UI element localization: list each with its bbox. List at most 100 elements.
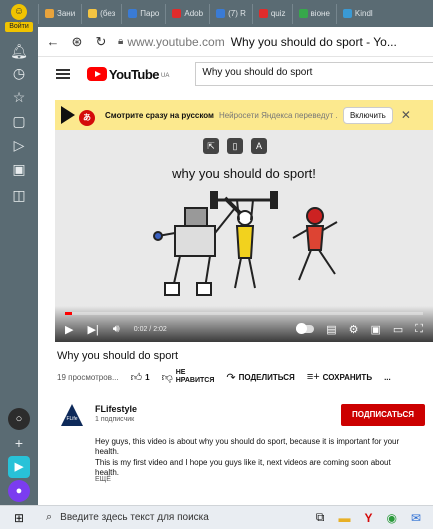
enable-translation-button[interactable]: Включить: [342, 106, 393, 124]
login-button[interactable]: ☺ Войти: [3, 4, 35, 34]
youtube-wordmark: YouTube: [108, 66, 160, 82]
tab-favicon-icon: [342, 9, 352, 18]
play-icon[interactable]: ▷: [8, 134, 30, 156]
share-icon: ↷: [226, 371, 236, 384]
translate-banner: あ Смотрите сразу на русском Нейросети Ян…: [55, 100, 433, 130]
messenger-icon[interactable]: ●: [8, 480, 30, 502]
zen-icon[interactable]: ▣: [8, 158, 30, 180]
share-button[interactable]: ↷ ПОДЕЛИТЬСЯ: [226, 371, 294, 384]
tab[interactable]: Зани: [38, 3, 81, 24]
thumbs-up-icon: 👍︎: [130, 371, 143, 384]
video-frame-title: why you should do sport!: [172, 166, 316, 181]
tab-favicon-icon: [128, 9, 138, 18]
video-meta: 19 просмотров... 👍︎ 1 👎︎ НЕ НРАВИТСЯ ↷ П…: [57, 366, 433, 388]
alice-icon[interactable]: ○: [8, 408, 30, 430]
fullscreen-icon[interactable]: ⛶: [415, 323, 423, 336]
more-actions-button[interactable]: ...: [384, 373, 391, 382]
bell-icon[interactable]: 🔔︎: [8, 40, 30, 62]
tab-favicon-icon: [88, 9, 98, 18]
tab-label: (без: [100, 9, 116, 18]
collections-icon[interactable]: ▢: [8, 110, 30, 132]
back-icon[interactable]: ←: [44, 34, 62, 49]
dislike-button[interactable]: 👎︎ НЕ НРАВИТСЯ: [162, 369, 215, 385]
tab[interactable]: Adob: [165, 3, 209, 24]
dislike-label: НЕ НРАВИТСЯ: [176, 369, 215, 385]
tab[interactable]: (7) R: [209, 3, 252, 24]
add-icon[interactable]: +: [8, 432, 30, 454]
dislike-line1: НЕ: [175, 369, 186, 376]
channel-avatar[interactable]: FLife: [61, 404, 83, 426]
mail-app-icon[interactable]: ✉: [411, 511, 421, 525]
video-player[interactable]: あ Смотрите сразу на русском Нейросети Ян…: [55, 100, 433, 342]
taskbar: ⊞ ⌕ Введите здесь текст для поиска ⧉ ▬ Y…: [0, 505, 433, 529]
tab-label: Зани: [57, 9, 76, 18]
subscribe-button[interactable]: ПОДПИСАТЬСЯ: [341, 404, 425, 426]
tab-label: Паро: [140, 9, 160, 18]
chrome-icon[interactable]: ◉: [386, 511, 396, 525]
tab-label: віоне: [310, 9, 330, 18]
search-input[interactable]: Why you should do sport: [195, 62, 433, 86]
progress-bar[interactable]: [65, 312, 423, 315]
save-label: СОХРАНИТЬ: [322, 372, 373, 382]
view-count[interactable]: 19 просмотров...: [57, 373, 119, 382]
tab-favicon-icon: [216, 9, 226, 18]
miniplayer-icon[interactable]: ▣: [370, 323, 380, 336]
windows-start-icon[interactable]: ⊞: [0, 511, 38, 525]
translate-banner-subtitle: Нейросети Яндекса переведут ...: [218, 110, 337, 120]
theater-icon[interactable]: ▭: [393, 323, 403, 336]
translate-icon[interactable]: A: [251, 138, 267, 154]
share-label: ПОДЕЛИТЬСЯ: [238, 372, 295, 382]
page-title[interactable]: Why you should do sport - Yo...: [231, 35, 397, 49]
player-controls: ▶ ▶| 🔊︎ 0:02 / 2:02 ▤ ⚙ ▣ ▭ ⛶: [55, 306, 433, 342]
url-host[interactable]: www.youtube.com: [127, 35, 224, 49]
description-line: Hey guys, this video is about why you sh…: [95, 437, 400, 456]
address-bar: ← ⊛ ↻ 🔒︎ www.youtube.com Why you should …: [38, 27, 433, 57]
tab-favicon-icon: [298, 9, 308, 18]
translate-banner-title: Смотрите сразу на русском: [105, 110, 214, 120]
tab[interactable]: віоне: [291, 3, 336, 24]
like-button[interactable]: 👍︎ 1: [131, 371, 150, 384]
tab[interactable]: (без: [81, 3, 121, 24]
user-icon: ☺: [11, 4, 27, 20]
taskbar-search-input[interactable]: Введите здесь текст для поиска: [60, 512, 209, 523]
tab-favicon-icon: [45, 9, 54, 18]
yandex-browser-icon[interactable]: Y: [364, 511, 372, 525]
thumbs-down-icon: 👎︎: [161, 371, 173, 384]
history-icon[interactable]: ◷: [8, 62, 30, 84]
region-label: UA: [161, 72, 170, 79]
screenshot-icon[interactable]: ◫: [8, 184, 30, 206]
menu-icon[interactable]: [56, 69, 70, 79]
play-icon[interactable]: ▶: [65, 323, 73, 336]
tab-label: Kindl: [354, 9, 373, 18]
tab[interactable]: Паро: [121, 3, 165, 24]
channel-row: FLife FLifestyle 1 подписчик ПОДПИСАТЬСЯ: [57, 402, 433, 432]
channel-name[interactable]: FLifestyle: [95, 404, 137, 414]
like-count: 1: [145, 372, 150, 382]
tab-favicon-icon: [258, 9, 268, 18]
next-icon[interactable]: ▶|: [87, 323, 98, 336]
settings-gear-icon[interactable]: ⚙: [349, 323, 359, 336]
subtitles-icon[interactable]: ▤: [326, 323, 336, 336]
autoplay-toggle[interactable]: [296, 323, 315, 334]
show-more-link[interactable]: ЕЩЁ: [95, 476, 111, 483]
file-explorer-icon[interactable]: ▬: [338, 511, 350, 525]
lock-icon[interactable]: 🔒︎: [118, 36, 123, 47]
reload-icon[interactable]: ↻: [92, 34, 110, 50]
save-button[interactable]: ≡+ СОХРАНИТЬ: [307, 371, 372, 383]
volume-icon[interactable]: 🔊︎: [113, 323, 120, 336]
youtube-logo[interactable]: YouTube UA: [86, 66, 170, 82]
video-description: Hey guys, this video is about why you sh…: [95, 437, 415, 479]
app-icon[interactable]: ▶: [8, 456, 30, 478]
pip-icon[interactable]: ⇱: [203, 138, 219, 154]
tab[interactable]: quiz: [251, 3, 292, 24]
tab-label: (7) R: [228, 9, 246, 18]
bookmark-icon[interactable]: ▯: [227, 138, 243, 154]
close-icon[interactable]: ✕: [401, 108, 411, 122]
dislike-line2: НРАВИТСЯ: [175, 377, 215, 384]
star-icon[interactable]: ☆: [8, 86, 30, 108]
tab-favicon-icon: [172, 9, 182, 18]
protect-icon[interactable]: ⊛: [68, 34, 86, 50]
progress-fill: [65, 312, 73, 315]
tab[interactable]: Kindl: [335, 3, 379, 24]
task-view-icon[interactable]: ⧉: [316, 510, 325, 525]
